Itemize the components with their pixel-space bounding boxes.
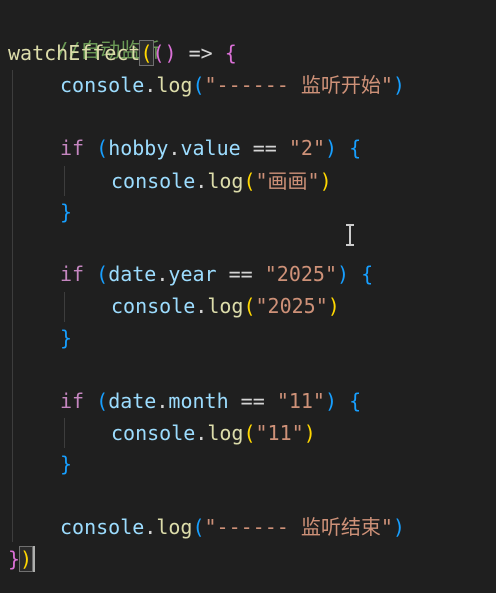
date-identifier: date	[108, 389, 157, 413]
year-compare-string: "2025"	[264, 262, 338, 286]
close-brace: }	[8, 547, 21, 571]
equality-operator: ==	[252, 136, 277, 160]
code-line-log-start: console.log("------ 监听开始")	[60, 73, 405, 97]
equality-operator: ==	[240, 389, 265, 413]
console-object: console	[111, 294, 196, 318]
code-line-log-month: console.log("11")	[111, 421, 316, 445]
if-keyword: if	[60, 389, 85, 413]
code-line-close-if-month: }	[60, 452, 73, 476]
indent-guide-if-hobby	[64, 166, 65, 196]
value-property: value	[180, 136, 241, 160]
if-keyword: if	[60, 262, 85, 286]
hobby-compare-string: "2"	[288, 136, 325, 160]
code-line-close-if-hobby: }	[60, 200, 73, 224]
log-method: log	[156, 73, 193, 97]
log-method: log	[207, 169, 244, 193]
hobby-identifier: hobby	[108, 136, 169, 160]
code-line-log-year: console.log("2025")	[111, 294, 340, 318]
log-end-string: "------ 监听结束"	[204, 515, 393, 539]
indent-guide-if-year	[64, 292, 65, 322]
console-object: console	[60, 515, 145, 539]
text-ibeam-cursor-icon	[346, 224, 354, 246]
log-month-string: "11"	[255, 421, 304, 445]
code-line-log-end: console.log("------ 监听结束")	[60, 515, 405, 539]
open-paren-matched: (	[139, 40, 154, 66]
code-line-comment: //自动监听	[8, 5, 160, 62]
indent-guide-outer	[12, 70, 13, 542]
arrow-operator: =>	[188, 41, 213, 65]
log-method: log	[207, 421, 244, 445]
code-line-watch-effect: watchEffect(() => {	[8, 38, 237, 68]
arrow-params-paren: ()	[152, 41, 177, 65]
if-keyword: if	[60, 136, 85, 160]
equality-operator: ==	[228, 262, 253, 286]
open-brace: {	[224, 41, 237, 65]
month-property: month	[168, 389, 229, 413]
text-caret	[33, 546, 35, 572]
console-object: console	[111, 421, 196, 445]
code-line-if-hobby: if (hobby.value == "2") {	[60, 136, 362, 160]
month-compare-string: "11"	[276, 389, 325, 413]
code-line-if-month: if (date.month == "11") {	[60, 389, 362, 413]
code-line-close-watch: })	[8, 544, 34, 574]
indent-guide-if-month	[64, 418, 65, 448]
code-line-close-if-year: }	[60, 326, 73, 350]
date-identifier: date	[108, 262, 157, 286]
log-start-string: "------ 监听开始"	[204, 73, 393, 97]
log-hobby-string: "画画"	[255, 169, 320, 193]
log-method: log	[207, 294, 244, 318]
year-property: year	[168, 262, 217, 286]
log-year-string: "2025"	[255, 294, 328, 318]
code-line-log-hobby: console.log("画画")	[111, 169, 332, 193]
log-method: log	[156, 515, 193, 539]
code-line-if-year: if (date.year == "2025") {	[60, 262, 374, 286]
close-paren-matched: )	[19, 546, 34, 572]
console-object: console	[60, 73, 145, 97]
console-object: console	[111, 169, 196, 193]
watch-effect-function: watchEffect	[8, 41, 141, 65]
code-editor[interactable]: //自动监听 watchEffect(() => { console.log("…	[0, 0, 496, 593]
